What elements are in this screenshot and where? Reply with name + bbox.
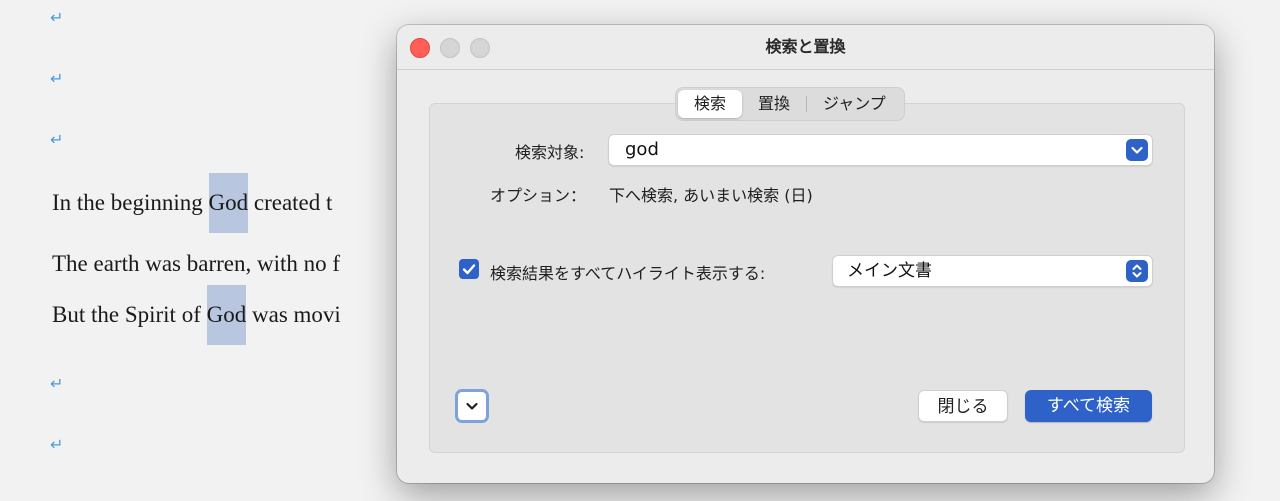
line-text: was movi — [246, 302, 341, 327]
document-line[interactable]: But the Spirit of God was movi — [52, 285, 341, 345]
options-label: オプション： — [490, 186, 587, 205]
disclosure-button[interactable] — [455, 389, 489, 423]
search-target-label: 検索対象: — [515, 143, 585, 162]
find-replace-dialog: 検索と置換 検索 置換 ジャンプ 検索対象: god オプション： 下へ検索, … — [397, 25, 1214, 483]
highlight-all-checkbox[interactable] — [459, 259, 479, 279]
select-stepper — [1126, 260, 1148, 282]
search-input-value: god — [625, 139, 659, 160]
paragraph-mark-icon: ↵ — [50, 69, 64, 88]
search-highlight: God — [208, 173, 249, 233]
tab-bar: 検索 置換 ジャンプ — [675, 87, 905, 121]
search-input[interactable]: god — [608, 134, 1153, 166]
line-text: But the Spirit of — [52, 302, 207, 327]
search-all-button[interactable]: すべて検索 — [1025, 390, 1152, 422]
chevron-down-icon — [466, 402, 478, 410]
tab-replace[interactable]: 置換 — [742, 90, 806, 118]
up-down-chevron-icon — [1132, 264, 1142, 278]
document-line[interactable]: In the beginning God created t — [52, 173, 332, 233]
dialog-title: 検索と置換 — [765, 37, 846, 56]
highlight-scope-value: メイン文書 — [847, 261, 932, 281]
highlight-scope-select[interactable]: メイン文書 — [832, 255, 1153, 287]
paragraph-mark-icon: ↵ — [50, 8, 64, 27]
paragraph-mark-icon: ↵ — [50, 435, 64, 454]
title-bar[interactable]: 検索と置換 — [397, 25, 1214, 70]
search-highlight: God — [206, 285, 247, 345]
highlight-all-label[interactable]: 検索結果をすべてハイライト表示する: — [490, 260, 765, 284]
paragraph-mark-icon: ↵ — [50, 130, 64, 149]
tab-search[interactable]: 検索 — [678, 90, 743, 118]
line-text: In the beginning — [52, 190, 209, 215]
chevron-down-icon — [1131, 146, 1143, 154]
line-text: The earth was barren, with no f — [52, 251, 341, 276]
close-button[interactable]: 閉じる — [918, 390, 1008, 422]
tab-jump[interactable]: ジャンプ — [807, 90, 902, 118]
options-value: 下へ検索, あいまい検索 (日) — [609, 186, 813, 205]
checkmark-icon — [462, 264, 476, 275]
paragraph-mark-icon: ↵ — [50, 374, 64, 393]
search-history-button[interactable] — [1126, 139, 1148, 161]
line-text: created t — [248, 190, 333, 215]
